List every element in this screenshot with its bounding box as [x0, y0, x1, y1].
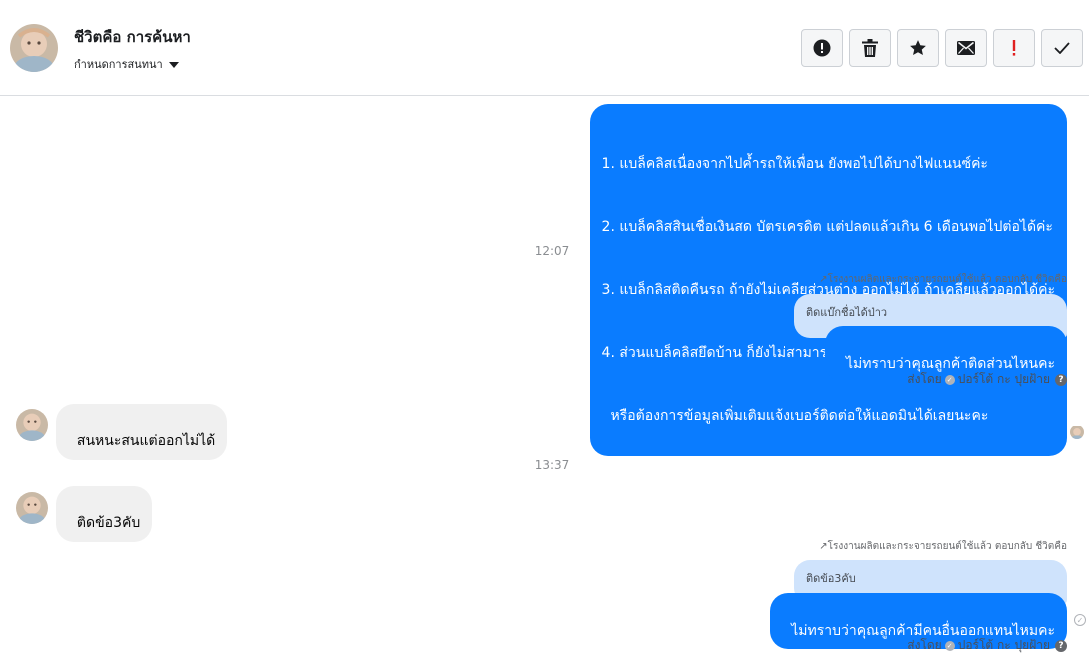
report-button[interactable] [801, 29, 843, 67]
reply-context: ↗โรงงานผลิตและกระจายรถยนต์ใช้แล้ว ตอบกลั… [819, 539, 1067, 554]
delete-button[interactable] [849, 29, 891, 67]
message-line: หรือต้องการข้อมูลเพิ่มเติมแจ้งเบอร์ติดต่… [601, 408, 989, 424]
verified-check-icon: ✓ [944, 640, 955, 651]
message-line: 1. แบล็คลิสเนื่องจากไปค้ำรถให้เพื่อน ยัง… [601, 156, 988, 172]
contact-avatar-small[interactable] [16, 492, 48, 524]
contact-avatar-small[interactable] [16, 409, 48, 441]
star-icon [910, 40, 926, 56]
sent-by-info: ส่งโดย ✓ ปอร์โต้ กะ ปุยฝ้าย ? [907, 370, 1067, 389]
contact-avatar[interactable] [10, 24, 58, 72]
message-text: สนหนะสนแต่ออกไม่ได้ [76, 433, 216, 449]
star-button[interactable] [897, 29, 939, 67]
incoming-message[interactable]: ติดข้อ3คับ [56, 486, 153, 542]
mark-unread-button[interactable] [945, 29, 987, 67]
sent-by-label: ส่งโดย [907, 372, 942, 386]
help-icon[interactable]: ? [1055, 373, 1067, 386]
seen-avatar-indicator [1070, 425, 1084, 439]
trash-icon [862, 39, 878, 57]
timestamp: 13:37 [534, 458, 570, 472]
quoted-text: ติดข้อ3คับ [806, 572, 856, 585]
sent-by-label: ส่งโดย [907, 638, 942, 652]
check-icon [1054, 42, 1070, 54]
reply-context-text: โรงงานผลิตและกระจายรถยนต์ใช้แล้ว ตอบกลับ… [827, 541, 1067, 552]
reply-arrow-icon: ↗ [819, 541, 828, 552]
sent-status-icon: ✓ [1074, 614, 1086, 626]
envelope-icon [957, 41, 975, 55]
help-icon[interactable]: ? [1055, 639, 1067, 652]
message-text: ติดข้อ3คับ [76, 515, 141, 531]
timestamp: 12:07 [534, 244, 570, 258]
incoming-message[interactable]: สนหนะสนแต่ออกไม่ได้ [56, 404, 228, 460]
alert-circle-icon [813, 39, 831, 57]
mark-done-button[interactable] [1041, 29, 1083, 67]
exclamation-icon [1012, 40, 1016, 56]
sender-name[interactable]: ปอร์โต้ กะ ปุยฝ้าย [958, 636, 1050, 655]
conversation-toolbar [801, 29, 1083, 67]
reply-arrow-icon: ↗ [819, 274, 828, 285]
conversation-settings-dropdown[interactable]: กำหนดการสนทนา [74, 55, 179, 73]
caret-down-icon [168, 61, 179, 68]
conversation-settings-label: กำหนดการสนทนา [74, 58, 163, 71]
conversation-header: ชีวิตคือ การค้นหา กำหนดการสนทนา [0, 0, 1089, 96]
sent-by-info: ส่งโดย ✓ ปอร์โต้ กะ ปุยฝ้าย ? [907, 636, 1067, 655]
contact-name[interactable]: ชีวิตคือ การค้นหา [74, 25, 191, 49]
reply-context: ↗โรงงานผลิตและกระจายรถยนต์ใช้แล้ว ตอบกลั… [819, 272, 1067, 287]
verified-check-icon: ✓ [944, 374, 955, 385]
sender-name[interactable]: ปอร์โต้ กะ ปุยฝ้าย [958, 370, 1050, 389]
quoted-text: ติดแบ๊กชื่อได้ป่าว [806, 306, 888, 319]
follow-up-button[interactable] [993, 29, 1035, 67]
reply-context-text: โรงงานผลิตและกระจายรถยนต์ใช้แล้ว ตอบกลับ… [827, 274, 1067, 285]
message-line: 2. แบล็คลิสสินเชื่อเงินสด บัตรเครดิต แต่… [601, 219, 1053, 235]
